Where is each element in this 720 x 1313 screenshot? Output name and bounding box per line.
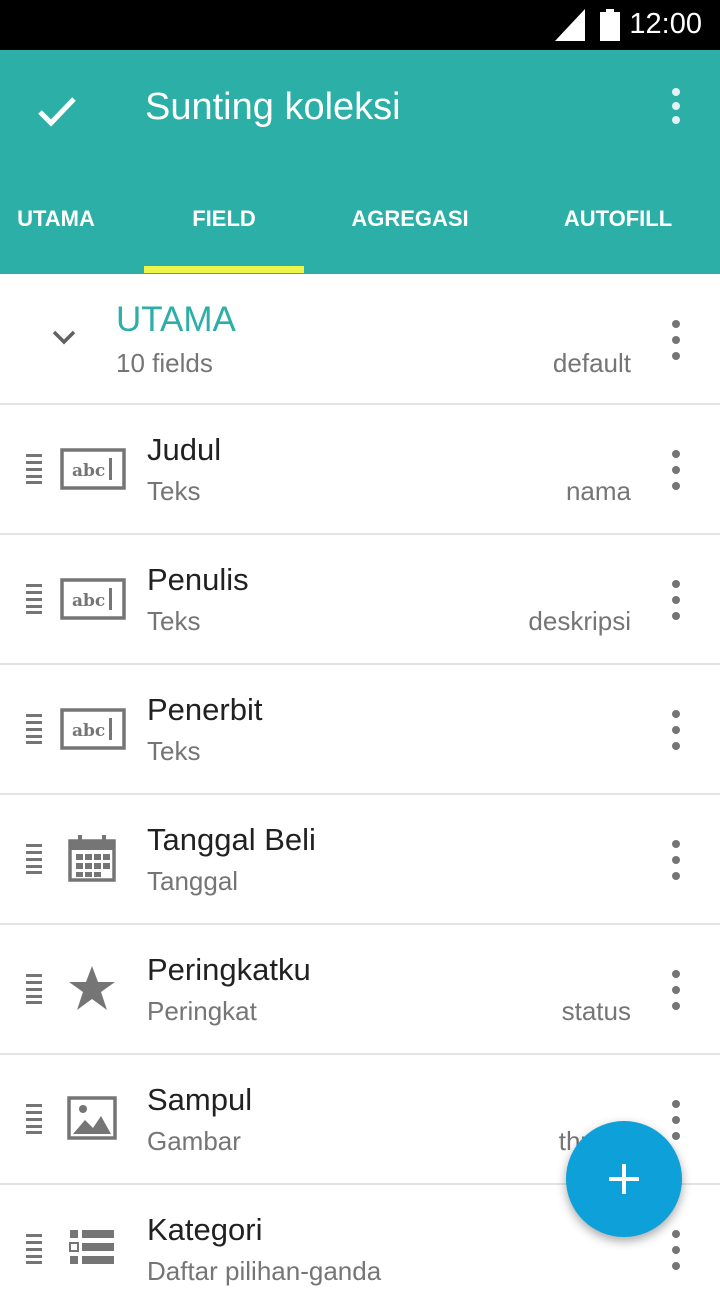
field-type: Teks [147, 606, 201, 636]
svg-text:abc: abc [72, 461, 105, 481]
field-more-button[interactable] [662, 1100, 690, 1140]
field-type: Teks [147, 476, 201, 506]
field-more-button[interactable] [662, 970, 690, 1010]
field-role: nama [565, 476, 631, 506]
drag-handle-icon[interactable] [24, 974, 44, 1004]
field-more-button[interactable] [662, 840, 690, 880]
tab-field[interactable]: FIELD [144, 200, 304, 274]
field-title: Penulis [147, 562, 249, 597]
list-icon [69, 1230, 114, 1264]
add-field-button[interactable] [566, 1121, 682, 1237]
field-role: deskripsi [528, 606, 631, 636]
group-field-count: 10 fields [116, 348, 213, 378]
drag-handle-icon[interactable] [24, 714, 44, 744]
tab-autofill[interactable]: AUTOFILL [540, 200, 696, 274]
drag-handle-icon[interactable] [24, 454, 44, 484]
group-more-button[interactable] [662, 320, 690, 360]
confirm-button[interactable] [30, 84, 84, 138]
signal-icon [555, 9, 585, 41]
field-role: status [561, 996, 631, 1026]
field-more-button[interactable] [662, 450, 690, 490]
tab-utama[interactable]: UTAMA [0, 200, 112, 274]
field-row-tanggal-beli[interactable]: Tanggal Beli Tanggal [0, 794, 720, 925]
battery-icon [600, 9, 620, 41]
image-icon [67, 1096, 117, 1140]
status-bar: 12:00 [0, 0, 720, 50]
field-title: Peringkatku [147, 952, 311, 987]
field-type: Daftar pilihan-ganda [147, 1256, 382, 1286]
field-row-judul[interactable]: abc Judul Teks nama [0, 404, 720, 535]
field-more-button[interactable] [662, 580, 690, 620]
group-header[interactable]: UTAMA 10 fields default [0, 274, 720, 405]
selected-tab-indicator [144, 266, 304, 273]
text-field-icon: abc [60, 448, 126, 490]
svg-text:abc: abc [72, 721, 105, 741]
app-bar: Sunting koleksi UTAMA FIELD AGREGASI AUT… [0, 50, 720, 274]
field-type: Gambar [147, 1126, 241, 1156]
field-type: Teks [147, 736, 201, 766]
chevron-down-icon[interactable] [50, 328, 78, 348]
text-field-icon: abc [60, 708, 126, 750]
field-title: Kategori [147, 1212, 263, 1247]
calendar-icon [68, 835, 116, 882]
overflow-menu-button[interactable] [660, 88, 692, 124]
star-icon [69, 966, 115, 1010]
svg-text:abc: abc [72, 591, 105, 611]
drag-handle-icon[interactable] [24, 584, 44, 614]
field-row-peringkatku[interactable]: Peringkatku Peringkat status [0, 924, 720, 1055]
group-badge: default [552, 348, 631, 378]
text-field-icon: abc [60, 578, 126, 620]
field-more-button[interactable] [662, 710, 690, 750]
field-title: Judul [147, 432, 222, 467]
tab-bar: UTAMA FIELD AGREGASI AUTOFILL [0, 200, 720, 274]
group-title: UTAMA [116, 300, 236, 339]
clock: 12:00 [629, 8, 702, 40]
field-type: Tanggal [147, 866, 239, 896]
tab-agregasi[interactable]: AGREGASI [330, 200, 490, 274]
field-row-penulis[interactable]: abc Penulis Teks deskripsi [0, 534, 720, 665]
page-title: Sunting koleksi [145, 86, 401, 128]
field-more-button[interactable] [662, 1230, 690, 1270]
check-icon [38, 97, 76, 127]
field-type: Peringkat [147, 996, 257, 1026]
drag-handle-icon[interactable] [24, 844, 44, 874]
drag-handle-icon[interactable] [24, 1234, 44, 1264]
plus-icon [609, 1164, 639, 1194]
more-vert-icon [672, 88, 680, 124]
field-title: Tanggal Beli [147, 822, 316, 857]
field-row-penerbit[interactable]: abc Penerbit Teks [0, 664, 720, 795]
field-title: Penerbit [147, 692, 263, 727]
drag-handle-icon[interactable] [24, 1104, 44, 1134]
field-title: Sampul [147, 1082, 253, 1117]
